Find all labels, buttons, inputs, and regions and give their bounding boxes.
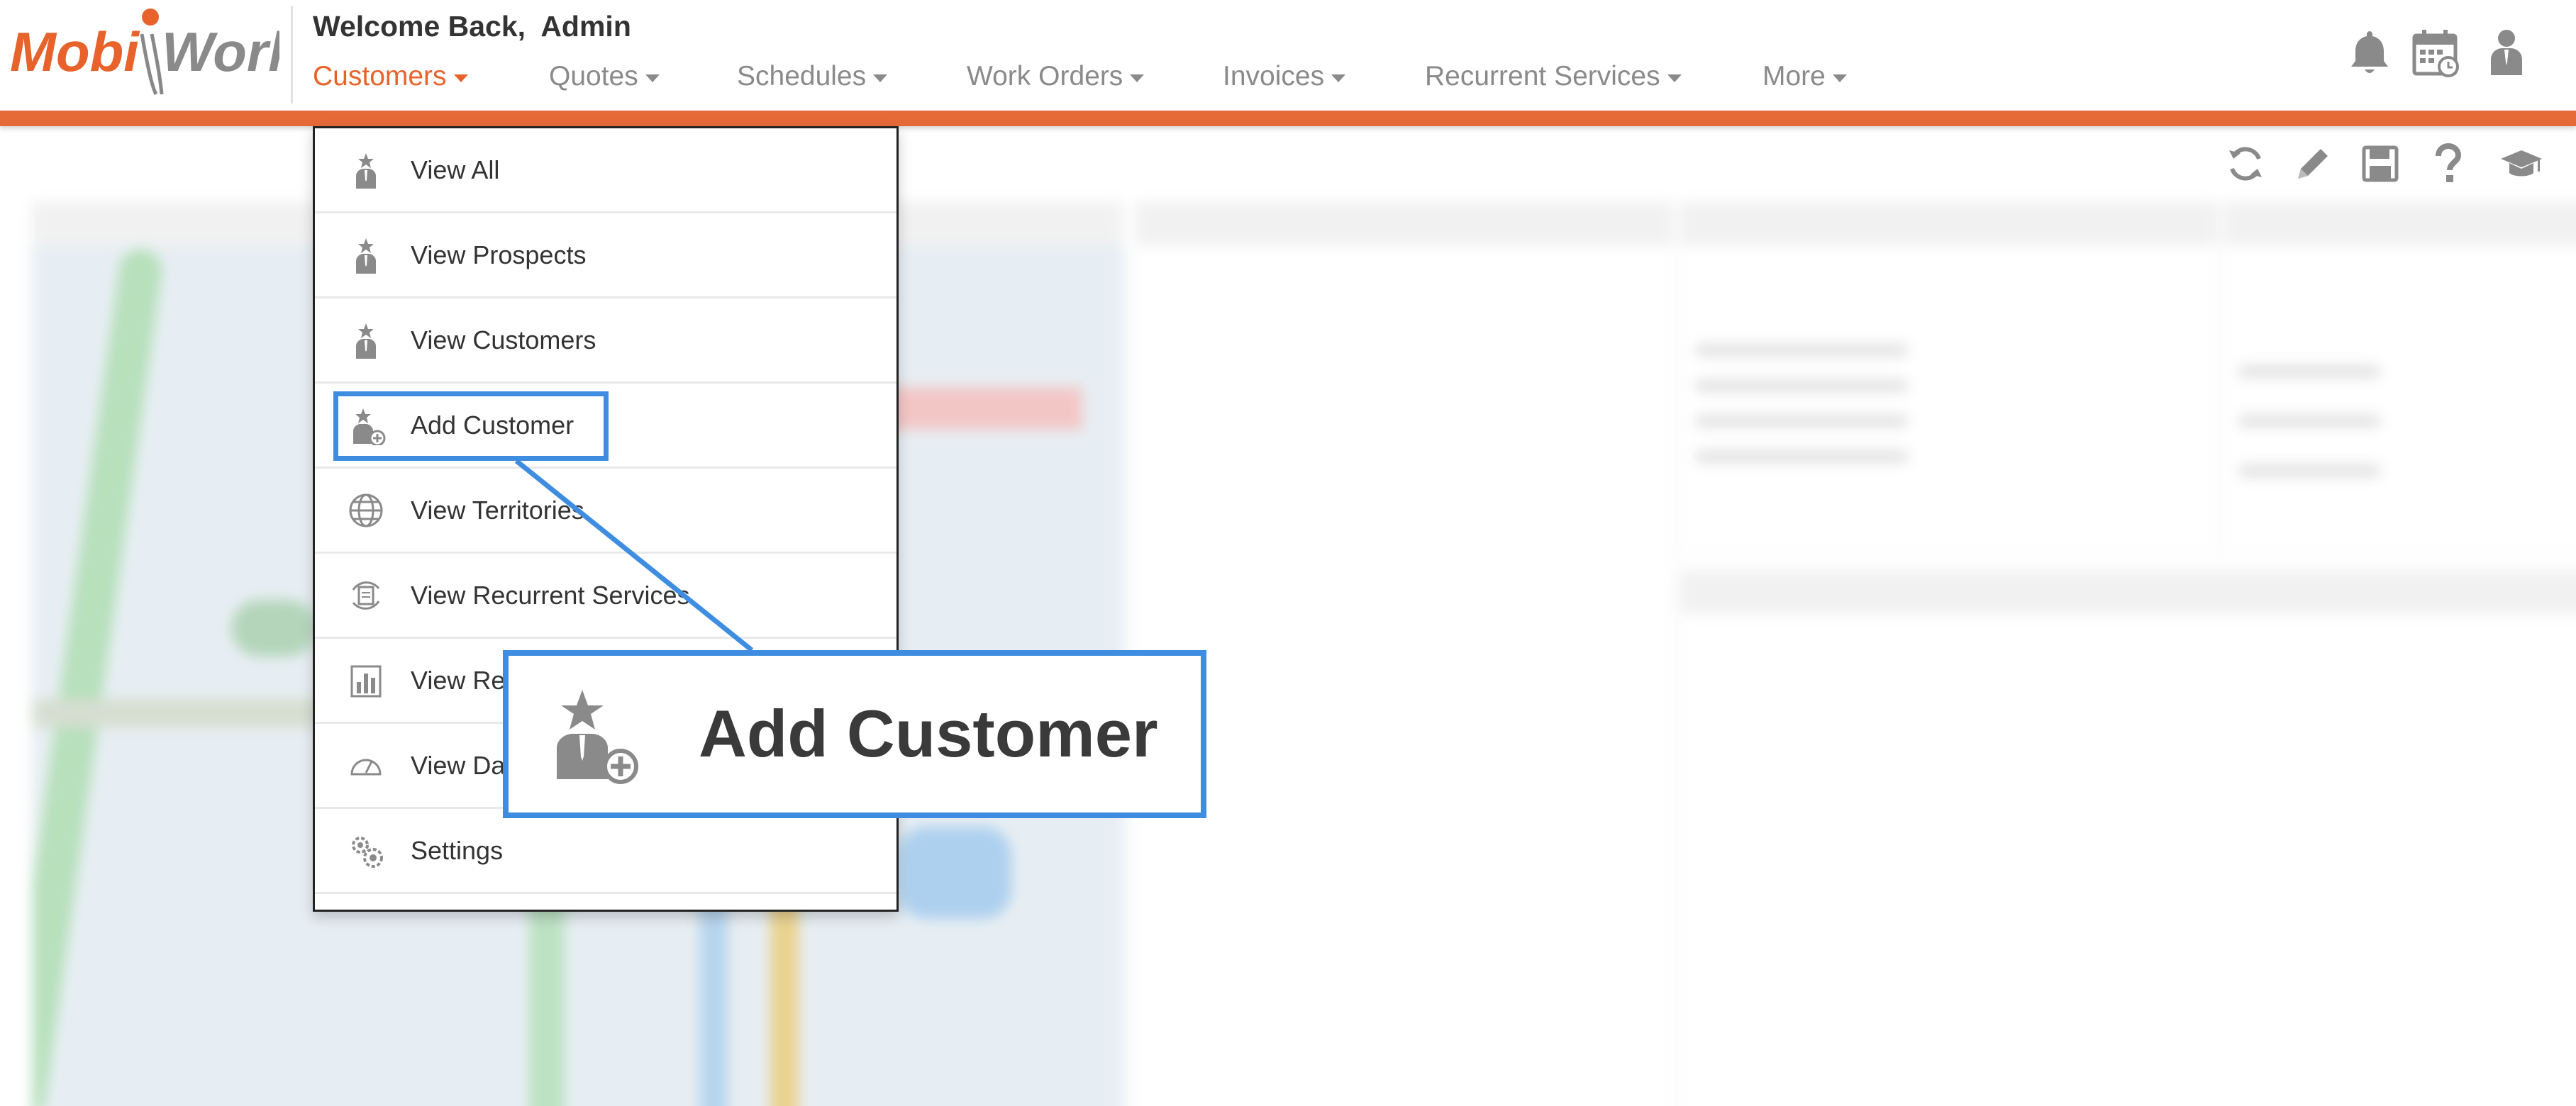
menu-item-label: View Customers (411, 325, 596, 354)
calendar-icon[interactable] (2410, 27, 2461, 78)
menu-item-view-recurrent-services[interactable]: View Recurrent Services (315, 554, 896, 639)
bar-chart-icon (350, 665, 382, 697)
schedule-panel (2223, 201, 2576, 556)
nav-more[interactable]: More (1762, 61, 1847, 92)
nav-recurrent-services-label: Recurrent Services (1425, 61, 1660, 91)
chevron-down-icon (1331, 74, 1346, 82)
nav-customers[interactable]: Customers (313, 61, 468, 92)
add-customer-highlight (333, 391, 609, 461)
menu-item-view-prospects[interactable]: View Prospects (315, 213, 896, 298)
mobiwork-logo: Mobi Work (10, 9, 279, 96)
menu-item-label: View Territories (411, 495, 584, 525)
chevron-down-icon (1832, 74, 1847, 82)
chevron-down-icon (873, 74, 888, 82)
nav-quotes[interactable]: Quotes (549, 61, 660, 92)
work-order-type-panel (1680, 570, 2576, 1106)
top-header: Mobi Work Welcome Back, Admin Customers … (0, 0, 2576, 112)
menu-item-label: View Da (411, 750, 506, 780)
work-order-dispatch-panel (1680, 201, 2219, 556)
recurrent-icon (352, 581, 380, 610)
menu-item-label: View All (411, 155, 500, 184)
welcome-message: Welcome Back, Admin (313, 10, 631, 43)
user-icon[interactable] (2481, 27, 2532, 78)
menu-item-view-customers[interactable]: View Customers (315, 298, 896, 384)
chevron-down-icon (1667, 74, 1682, 82)
nav-invoices-label: Invoices (1223, 61, 1325, 91)
chevron-down-icon (453, 74, 468, 82)
menu-item-label: Settings (411, 835, 504, 865)
graduation-cap-icon[interactable] (2499, 142, 2543, 186)
nav-work-orders-label: Work Orders (967, 61, 1123, 91)
menu-item-label: View Recurrent Services (411, 580, 690, 610)
svg-text:Mobi: Mobi (10, 21, 140, 83)
nav-more-label: More (1762, 61, 1826, 91)
nav-schedules[interactable]: Schedules (737, 61, 888, 92)
menu-item-label: View Re (411, 665, 506, 695)
header-accent-bar (0, 111, 2576, 126)
svg-text:Work: Work (162, 21, 279, 83)
work-order-status-panel (1135, 201, 1674, 1106)
nav-invoices[interactable]: Invoices (1223, 61, 1346, 92)
menu-item-view-territories[interactable]: View Territories (315, 469, 896, 554)
pencil-icon[interactable] (2291, 142, 2335, 186)
nav-recurrent-services[interactable]: Recurrent Services (1425, 61, 1682, 92)
callout-label: Add Customer (699, 696, 1158, 771)
save-icon[interactable] (2358, 142, 2402, 186)
bell-icon[interactable] (2344, 27, 2395, 78)
nav-schedules-label: Schedules (737, 61, 867, 91)
menu-item-view-all[interactable]: View All (315, 128, 896, 213)
nav-work-orders[interactable]: Work Orders (967, 61, 1145, 92)
menu-item-label: View Prospects (411, 240, 587, 269)
add-customer-icon (557, 690, 638, 784)
nav-customers-label: Customers (313, 61, 447, 91)
refresh-icon[interactable] (2224, 142, 2267, 186)
chevron-down-icon (1130, 74, 1145, 82)
help-icon[interactable] (2426, 142, 2470, 186)
add-customer-callout: Add Customer (503, 650, 1206, 818)
chevron-down-icon (645, 74, 660, 82)
customer-icon (356, 323, 376, 359)
customer-icon (356, 152, 376, 189)
menu-item-settings[interactable]: Settings (315, 809, 896, 894)
logo-divider (291, 6, 293, 104)
gears-icon (352, 836, 383, 868)
customer-icon (356, 238, 376, 274)
nav-quotes-label: Quotes (549, 61, 638, 91)
dashboard-gauge-icon (350, 759, 382, 775)
globe-icon (349, 493, 383, 527)
